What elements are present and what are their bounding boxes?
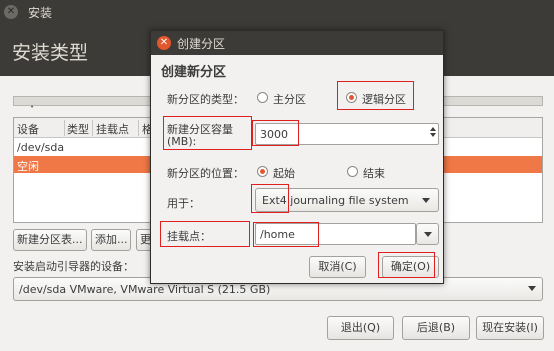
window-titlebar: ✕ 安装 [0, 0, 554, 24]
create-partition-dialog: ✕ 创建分区 创建新分区 新分区的类型： 主分区 逻辑分区 新建分区容量 (MB… [150, 30, 444, 284]
page-title: 安装类型 [12, 42, 89, 64]
mount-point-value: /home [260, 228, 295, 241]
window-title: 安装 [28, 6, 53, 20]
disk-usage-marker: • [30, 103, 35, 111]
location-end-radio[interactable] [347, 166, 358, 177]
dialog-title: 创建分区 [177, 37, 226, 51]
bootloader-label: 安装启动引导器的设备： [13, 260, 134, 273]
ok-button[interactable]: 确定(O) [382, 256, 439, 278]
column-header-mountpoint[interactable]: 挂载点 [96, 121, 129, 137]
close-icon[interactable]: ✕ [157, 36, 171, 50]
use-as-label: 用于： [167, 197, 200, 210]
chevron-down-icon [424, 232, 432, 237]
filesystem-value: Ext4 journaling file system [262, 194, 409, 207]
bootloader-value: /dev/sda VMware, VMware Virtual S (21.5 … [19, 283, 271, 296]
close-icon[interactable]: ✕ [4, 5, 18, 19]
quit-button[interactable]: 退出(Q) [327, 316, 394, 340]
install-now-button[interactable]: 现在安装(I) [476, 316, 544, 340]
add-partition-button[interactable]: 添加... [91, 229, 131, 251]
partition-type-label: 新分区的类型： [167, 93, 244, 106]
location-label: 新分区的位置： [167, 167, 244, 180]
logical-partition-label[interactable]: 逻辑分区 [362, 91, 406, 107]
chevron-down-icon [422, 198, 430, 203]
row-device: /dev/sda [17, 141, 65, 154]
chevron-down-icon [528, 286, 536, 291]
column-header-device[interactable]: 设备 [17, 121, 39, 137]
new-partition-table-button[interactable]: 新建分区表... [13, 229, 87, 251]
mount-point-label: 挂载点： [167, 230, 211, 243]
primary-partition-label[interactable]: 主分区 [273, 91, 306, 107]
row-device: 空闲 [17, 160, 39, 173]
partition-size-value: 3000 [260, 128, 288, 141]
column-header-type[interactable]: 类型 [67, 121, 89, 137]
location-start-radio[interactable] [257, 166, 268, 177]
filesystem-select[interactable]: Ext4 journaling file system [255, 188, 439, 212]
mount-point-dropdown-button[interactable] [416, 223, 439, 245]
back-button[interactable]: 后退(B) [402, 316, 470, 340]
size-unit-label: (MB): [167, 135, 197, 148]
dialog-titlebar: ✕ 创建分区 [151, 31, 443, 55]
chevron-down-icon[interactable] [429, 133, 436, 137]
location-start-label[interactable]: 起始 [273, 165, 295, 181]
spin-buttons[interactable] [428, 125, 437, 144]
primary-partition-radio[interactable] [257, 92, 268, 103]
mount-point-input[interactable]: /home [255, 223, 416, 245]
logical-partition-radio[interactable] [346, 92, 357, 103]
chevron-up-icon[interactable] [429, 127, 436, 131]
dialog-heading: 创建新分区 [161, 65, 227, 80]
cancel-button[interactable]: 取消(C) [309, 256, 366, 278]
partition-size-input[interactable]: 3000 [255, 123, 439, 145]
location-end-label[interactable]: 结束 [363, 165, 385, 181]
